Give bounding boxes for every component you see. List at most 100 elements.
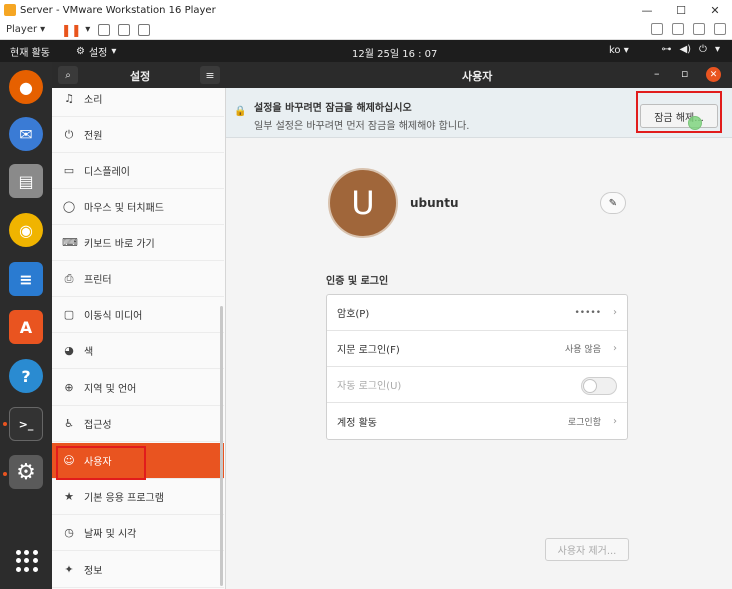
sidebar-item-sound[interactable]: ♫ 소리 [52, 88, 224, 117]
unity-icon[interactable] [138, 23, 151, 36]
app-menu[interactable]: ⚙ 설정 ▾ [76, 44, 116, 59]
accessibility-icon: ♿ [64, 417, 74, 430]
help-icon[interactable]: ? [9, 359, 43, 393]
search-button[interactable]: ⌕ [58, 66, 78, 84]
rhythmbox-icon[interactable]: ◉ [9, 213, 43, 247]
files-icon[interactable]: ▤ [9, 164, 43, 198]
highlight-box-unlock [636, 91, 722, 133]
sidebar-item-mouse[interactable]: ◯ 마우스 및 터치패드 [52, 189, 224, 225]
volume-icon: ◀) [679, 44, 692, 55]
sidebar-item-color[interactable]: ◕ 색 [52, 333, 224, 369]
printer-device-icon[interactable] [672, 23, 684, 35]
power-icon: ⏻ [699, 44, 707, 55]
maximize-button[interactable]: ▫ [681, 67, 688, 80]
edit-name-button[interactable]: ✎ [600, 192, 626, 214]
app-menu-label: 설정 [88, 47, 108, 59]
writer-icon[interactable]: ≡ [9, 262, 43, 296]
row-label: 암호(P) [337, 309, 370, 320]
media-icon: ▢ [63, 308, 75, 321]
show-applications-icon[interactable] [16, 550, 38, 572]
power-icon: ⏻ [64, 127, 74, 141]
sidebar-item-label: 지역 및 언어 [84, 384, 137, 395]
row-value: 로그인함 [567, 417, 601, 428]
printer-icon: ⎙ [64, 271, 74, 285]
globe-icon: ⊕ [64, 381, 74, 394]
network-icon: ⊶ [661, 44, 672, 55]
auto-login-toggle[interactable] [581, 377, 617, 395]
sidebar-scrollbar[interactable] [220, 306, 223, 586]
search-icon: ⌕ [65, 69, 71, 81]
chevron-down-icon: ▾ [714, 44, 720, 55]
sidebar-item-printers[interactable]: ⎙ 프린터 [52, 261, 224, 297]
sidebar-item-label: 이동식 미디어 [84, 311, 143, 322]
sidebar-item-about[interactable]: ✦ 정보 [52, 552, 224, 588]
menu-icon: ≡ [205, 68, 215, 82]
vmware-toolbar: Player ▾ ❚❚ ▾ [0, 20, 732, 40]
music-icon: ♫ [64, 92, 74, 105]
hamburger-menu-button[interactable]: ≡ [200, 66, 220, 84]
page-title: 사용자 [462, 70, 493, 83]
sidebar-item-accessibility[interactable]: ♿ 접근성 [52, 406, 224, 442]
device-icon[interactable] [651, 23, 663, 35]
list-item-password[interactable]: 암호(P) ••••• › [327, 295, 627, 331]
sidebar-item-default-apps[interactable]: ★ 기본 응용 프로그램 [52, 479, 224, 515]
pencil-icon: ✎ [608, 197, 618, 209]
display-icon: ▭ [63, 164, 75, 177]
settings-sidebar-header: ⌕ 설정 ≡ [52, 62, 226, 88]
sidebar-item-label: 디스플레이 [84, 167, 130, 178]
list-item-fingerprint[interactable]: 지문 로그인(F) 사용 않음 › [327, 331, 627, 367]
sidebar-item-label: 날짜 및 시각 [84, 529, 137, 540]
sidebar-item-label: 프린터 [84, 275, 112, 286]
sidebar-item-power[interactable]: ⏻ 전원 [52, 117, 224, 153]
maximize-button[interactable]: ☐ [664, 0, 698, 20]
sidebar-item-display[interactable]: ▭ 디스플레이 [52, 153, 224, 189]
usb-device-icon[interactable] [714, 23, 726, 35]
close-button[interactable]: ✕ [706, 67, 721, 82]
settings-sidebar: ♫ 소리 ⏻ 전원 ▭ 디스플레이 ◯ 마우스 및 터치패드 ⌨ 키보드 바로 가기 ⎙ 프… [52, 88, 226, 589]
list-item-auto-login: 자동 로그인(U) [327, 367, 627, 403]
sidebar-item-keyboard[interactable]: ⌨ 키보드 바로 가기 [52, 225, 224, 261]
minimize-button[interactable]: – [654, 67, 660, 80]
chevron-down-icon: ▾ [111, 45, 117, 57]
terminal-icon[interactable]: >_ [9, 407, 43, 441]
system-tray[interactable]: ⊶ ◀) ⏻ ▾ [661, 44, 720, 55]
ubuntu-topbar: 현재 활동 ⚙ 설정 ▾ 12월 25일 16 : 07 ko ▾ ⊶ ◀) ⏻… [0, 40, 732, 62]
close-window-button[interactable]: ✕ [698, 0, 732, 20]
chevron-right-icon: › [613, 415, 617, 427]
users-panel: 🔒 설정을 바꾸려면 잠금을 해제하십시오 일부 설정은 바꾸려면 먼저 잠금을… [226, 88, 732, 589]
list-item-account-activity[interactable]: 계정 활동 로그인함 › [327, 403, 627, 439]
keyboard-icon: ⌨ [62, 236, 78, 249]
chevron-down-icon[interactable]: ▾ [85, 24, 90, 35]
thunderbird-icon[interactable]: ✉ [9, 117, 43, 151]
send-ctrl-alt-del-icon[interactable] [98, 23, 111, 36]
users-header: 사용자 – ▫ ✕ [226, 62, 732, 88]
settings-title: 설정 [130, 70, 151, 83]
mouse-icon: ◯ [62, 200, 76, 213]
row-label: 계정 활동 [337, 417, 377, 429]
chevron-right-icon: › [613, 343, 617, 354]
running-indicator [3, 472, 7, 476]
remove-user-button[interactable]: 사용자 제거... [545, 538, 629, 561]
sidebar-item-region[interactable]: ⊕ 지역 및 언어 [52, 370, 224, 406]
software-icon[interactable]: A [9, 310, 43, 344]
input-method-indicator[interactable]: ko ▾ [609, 45, 629, 56]
pause-icon[interactable]: ❚❚ [61, 23, 81, 37]
cd-device-icon[interactable] [693, 23, 705, 35]
avatar[interactable]: U [328, 168, 398, 238]
clock[interactable]: 12월 25일 16 : 07 [352, 45, 437, 60]
lock-icon: 🔒 [234, 106, 247, 117]
sidebar-item-date-time[interactable]: ◷ 날짜 및 시각 [52, 515, 224, 551]
sidebar-item-label: 색 [84, 347, 94, 358]
minimize-button[interactable]: — [630, 0, 664, 20]
section-title: 인증 및 로그인 [326, 276, 389, 287]
player-menu[interactable]: Player ▾ [6, 24, 45, 35]
sidebar-item-removable-media[interactable]: ▢ 이동식 미디어 [52, 297, 224, 333]
auth-login-list: 암호(P) ••••• › 지문 로그인(F) 사용 않음 › 자동 로그인(U… [326, 294, 628, 440]
activities-button[interactable]: 현재 활동 [10, 44, 50, 59]
firefox-icon[interactable]: ● [9, 70, 43, 104]
settings-icon[interactable]: ⚙ [9, 455, 43, 489]
username: ubuntu [410, 196, 459, 210]
sidebar-item-label: 정보 [84, 566, 103, 577]
window-title: Server - VMware Workstation 16 Player [20, 4, 216, 16]
fit-guest-icon[interactable] [118, 23, 131, 36]
